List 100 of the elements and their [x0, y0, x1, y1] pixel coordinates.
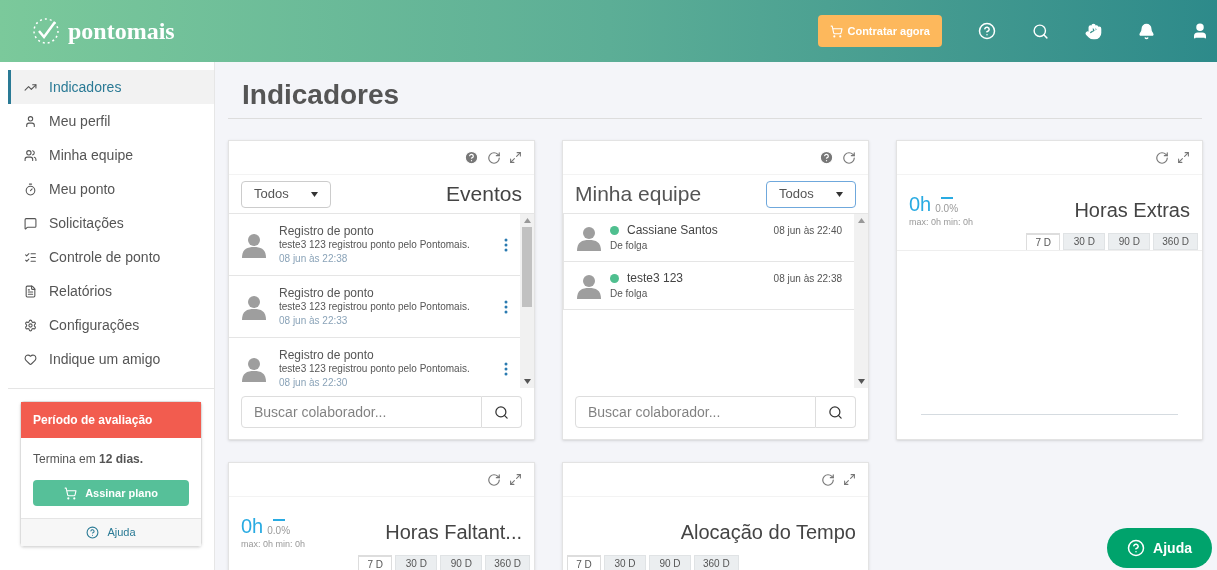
member-status: De folga — [610, 238, 649, 253]
refresh-icon[interactable] — [821, 472, 835, 487]
metric-range: max: 0h min: 0h — [241, 539, 306, 549]
period-tab[interactable]: 360 D — [694, 555, 739, 570]
event-text: teste3 123 registrou ponto pelo Pontomais. — [279, 300, 471, 314]
event-time: 08 jun às 22:33 — [279, 313, 349, 328]
heart-icon — [24, 352, 37, 366]
scrollbar[interactable] — [854, 214, 868, 388]
help-icon — [1127, 539, 1146, 557]
expand-icon[interactable] — [843, 473, 856, 486]
caret-up-icon — [523, 218, 531, 223]
caret-down-icon — [311, 191, 318, 197]
period-tab[interactable]: 30 D — [395, 555, 438, 570]
card-title: Horas Faltant... — [385, 520, 522, 545]
member-time: 08 jun às 22:40 — [773, 223, 842, 238]
help-icon[interactable] — [978, 22, 996, 40]
bell-icon[interactable] — [1138, 22, 1155, 40]
period-tab[interactable]: 90 D — [1108, 233, 1151, 250]
sidebar-item[interactable]: Solicitações — [8, 206, 214, 240]
team-member[interactable]: teste3 123 08 jun às 22:38 De folga — [563, 262, 854, 310]
sidebar-item[interactable]: Controle de ponto — [8, 240, 214, 274]
event-text: teste3 123 registrou ponto pelo Pontomais. — [279, 362, 471, 376]
period-tab[interactable]: 7 D — [567, 555, 601, 570]
filter-dropdown[interactable]: Todos — [766, 180, 856, 208]
caret-up-icon — [857, 218, 865, 223]
sidebar-item[interactable]: Indicadores — [8, 70, 214, 104]
checklist-icon — [24, 250, 37, 264]
metric-percent: 0.0% — [267, 525, 291, 536]
member-time: 08 jun às 22:38 — [773, 271, 842, 286]
member-name: Cassiane Santos — [627, 222, 719, 238]
people-icon — [24, 148, 37, 162]
refresh-icon[interactable] — [1155, 150, 1169, 165]
cart-icon — [830, 24, 844, 38]
expand-icon[interactable] — [509, 473, 522, 486]
refresh-icon[interactable] — [842, 150, 856, 165]
avatar-icon — [241, 355, 267, 382]
page-title: Indicadores — [241, 78, 401, 112]
event-title: Registro de ponto — [279, 347, 375, 362]
period-tab[interactable]: 7 D — [1026, 233, 1061, 250]
event-time: 08 jun às 22:30 — [279, 375, 349, 388]
period-tab[interactable]: 90 D — [649, 555, 691, 570]
avatar-icon — [576, 224, 602, 251]
event-text: teste3 123 registrou ponto pelo Pontomais. — [279, 238, 471, 252]
event-item[interactable]: Registro de ponto teste3 123 registrou ponto pelo Pontomais. 08 jun às 22:33 — [229, 276, 520, 338]
team-member[interactable]: Cassiane Santos 08 jun às 22:40 De folga — [563, 214, 854, 262]
search-icon — [828, 404, 843, 420]
sidebar-item[interactable]: Configurações — [8, 308, 214, 342]
help-icon — [86, 526, 100, 539]
sidebar-item[interactable]: Minha equipe — [8, 138, 214, 172]
caret-down-icon — [836, 191, 843, 197]
stopwatch-icon — [24, 182, 37, 196]
sidebar-item[interactable]: Indique um amigo — [8, 342, 214, 376]
expand-icon[interactable] — [509, 151, 522, 164]
period-tab[interactable]: 30 D — [1063, 233, 1106, 250]
event-time: 08 jun às 22:38 — [279, 251, 349, 266]
event-item[interactable]: Registro de ponto teste3 123 registrou ponto pelo Pontomais. 08 jun às 22:38 — [229, 214, 520, 276]
period-tab[interactable]: 7 D — [358, 555, 393, 570]
period-tab[interactable]: 360 D — [1153, 233, 1198, 250]
speech-bubble-icon — [24, 216, 37, 230]
scrollbar[interactable] — [520, 214, 534, 388]
help-link[interactable]: Ajuda — [21, 518, 201, 546]
more-icon[interactable] — [504, 299, 508, 314]
caret-down-icon — [523, 379, 531, 384]
card-title: Minha equipe — [575, 181, 702, 208]
search-icon — [494, 404, 509, 420]
period-tab[interactable]: 90 D — [440, 555, 483, 570]
metric-percent: 0.0% — [935, 203, 959, 214]
refresh-icon[interactable] — [487, 472, 501, 487]
search-button[interactable] — [482, 396, 522, 428]
member-status: De folga — [610, 286, 649, 301]
filter-dropdown[interactable]: Todos — [241, 180, 331, 208]
help-icon[interactable] — [819, 150, 834, 165]
card-title: Eventos — [446, 181, 522, 208]
search-field[interactable]: Buscar colaborador... — [241, 396, 482, 428]
period-tab[interactable]: 360 D — [485, 555, 530, 570]
person-icon — [24, 114, 37, 128]
expand-icon[interactable] — [1177, 151, 1190, 164]
user-menu-icon[interactable] — [1191, 22, 1209, 40]
cart-icon — [64, 486, 78, 500]
document-icon — [24, 284, 37, 298]
period-tab[interactable]: 30 D — [604, 555, 646, 570]
avatar-icon — [241, 231, 267, 258]
more-icon[interactable] — [504, 361, 508, 376]
sidebar-item[interactable]: Meu ponto — [8, 172, 214, 206]
search-button[interactable] — [816, 396, 856, 428]
avatar-icon — [241, 293, 267, 320]
help-icon[interactable] — [464, 150, 479, 165]
sidebar-item[interactable]: Relatórios — [8, 274, 214, 308]
caret-down-icon — [857, 379, 865, 384]
metric-value: 0h — [241, 515, 264, 536]
card-title: Alocação do Tempo — [680, 520, 856, 545]
metric-value: 0h — [909, 193, 932, 214]
event-title: Registro de ponto — [279, 223, 375, 238]
search-field[interactable]: Buscar colaborador... — [575, 396, 816, 428]
hand-icon[interactable] — [1085, 22, 1102, 40]
search-icon[interactable] — [1032, 22, 1049, 40]
trial-title: Período de avaliação — [21, 402, 201, 438]
more-icon[interactable] — [504, 237, 508, 252]
sidebar-item[interactable]: Meu perfil — [8, 104, 214, 138]
refresh-icon[interactable] — [487, 150, 501, 165]
